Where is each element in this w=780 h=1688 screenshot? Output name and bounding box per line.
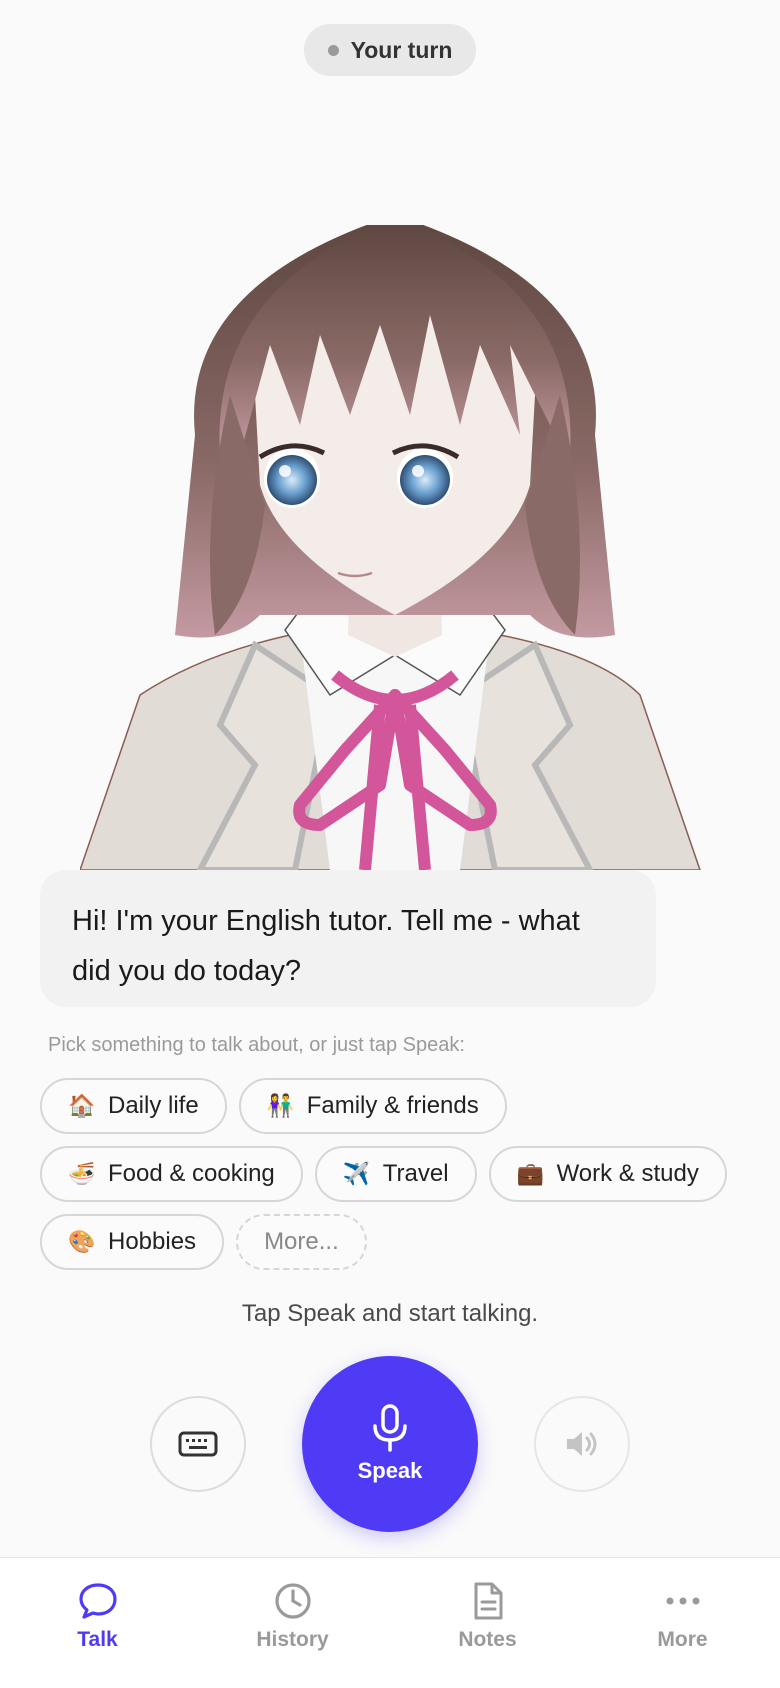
topic-chip-family-friends[interactable]: 👫 Family & friends (238, 1078, 507, 1134)
topic-chip-work-study[interactable]: 💼 Work & study (488, 1146, 727, 1202)
airplane-icon: ✈️ (342, 1161, 371, 1186)
topic-hint: Pick something to talk about, or just ta… (48, 1034, 465, 1056)
chat-bubble-icon (78, 1583, 117, 1619)
clock-icon (274, 1583, 311, 1619)
topic-chip-hobbies[interactable]: 🎨 Hobbies (40, 1214, 225, 1270)
topic-chip-travel[interactable]: ✈️ Travel (314, 1146, 477, 1202)
speak-label: Speak (357, 1458, 423, 1483)
microphone-icon (373, 1404, 407, 1452)
keyboard-button[interactable] (150, 1396, 246, 1492)
status-dot-icon (327, 44, 339, 56)
tab-label: History (256, 1628, 329, 1651)
topic-chip-label: Family & friends (306, 1092, 479, 1119)
topic-chip-label: Hobbies (108, 1228, 197, 1255)
keyboard-icon (178, 1431, 218, 1457)
tab-label: Talk (77, 1628, 118, 1651)
more-topics-chip[interactable]: More... (236, 1214, 367, 1270)
palette-icon: 🎨 (68, 1229, 96, 1254)
tab-history[interactable]: History (195, 1558, 390, 1688)
tab-notes[interactable]: Notes (390, 1558, 585, 1688)
topic-chips: 🏠 Daily life 👫 Family & friends 🍜 Food &… (40, 1078, 740, 1282)
turn-status-badge: Your turn (304, 24, 476, 76)
topic-chip-label: Work & study (556, 1160, 699, 1187)
briefcase-icon: 💼 (516, 1161, 544, 1186)
people-icon: 👫 (266, 1093, 295, 1118)
topic-chip-label: Daily life (108, 1092, 199, 1119)
speaker-icon (567, 1432, 597, 1456)
topic-chip-food-cooking[interactable]: 🍜 Food & cooking (40, 1146, 303, 1202)
topic-chip-label: Food & cooking (108, 1160, 275, 1187)
tutor-avatar (80, 225, 710, 870)
speaker-button[interactable] (534, 1396, 630, 1492)
tab-label: Notes (458, 1628, 517, 1651)
noodle-bowl-icon: 🍜 (68, 1161, 96, 1186)
tab-label: More (657, 1628, 708, 1651)
house-icon: 🏠 (68, 1093, 96, 1118)
tab-talk[interactable]: Talk (0, 1558, 195, 1688)
document-icon (474, 1582, 502, 1620)
tab-more[interactable]: More (585, 1558, 780, 1688)
topic-chip-label: Travel (382, 1160, 449, 1187)
bottom-tab-bar: Talk History Notes More (0, 1557, 780, 1688)
topic-chip-daily-life[interactable]: 🏠 Daily life (40, 1078, 227, 1134)
turn-status-label: Your turn (350, 36, 453, 63)
ellipsis-icon (666, 1597, 699, 1605)
tutor-message-bubble: Hi! I'm your English tutor. Tell me - wh… (40, 870, 656, 1007)
speak-hint: Tap Speak and start talking. (241, 1300, 539, 1327)
speak-button[interactable]: Speak (302, 1356, 478, 1532)
